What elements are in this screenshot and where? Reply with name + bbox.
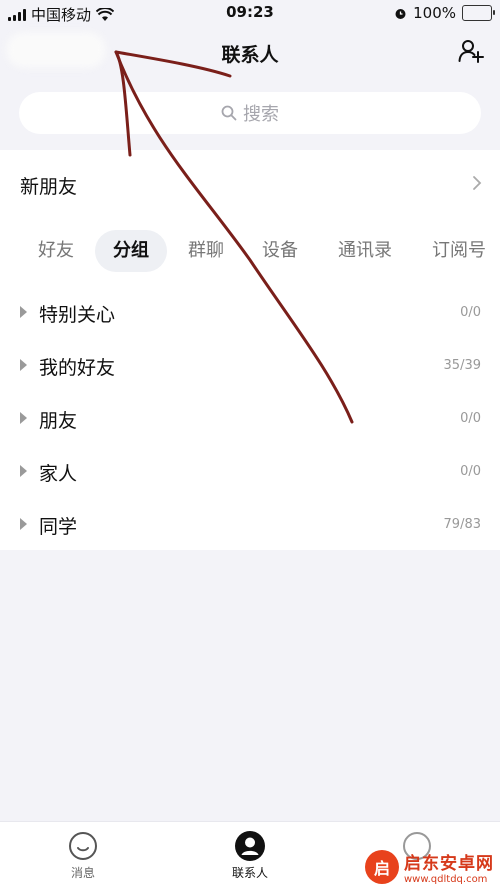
add-contact-icon[interactable] [458,38,484,64]
new-friends-row[interactable]: 新朋友 [0,150,500,218]
expand-triangle-icon [20,306,27,318]
tab-subscriptions[interactable]: 订阅号 [422,230,496,272]
group-row[interactable]: 朋友 0/0 [0,392,500,445]
expand-triangle-icon [20,412,27,424]
group-count: 79/83 [443,517,481,532]
message-icon [69,832,97,860]
expand-triangle-icon [20,518,27,530]
search-placeholder: 搜索 [243,104,279,125]
search-icon [221,105,237,121]
group-row[interactable]: 我的好友 35/39 [0,339,500,392]
battery-icon [462,5,495,21]
watermark-name: 启东安卓网 [404,854,494,874]
contact-tabs: 好友 分组 群聊 设备 通讯录 订阅号 [0,230,500,272]
group-count: 35/39 [443,358,481,373]
contacts-icon [235,831,265,861]
group-name: 我的好友 [39,357,116,379]
group-row[interactable]: 特别关心 0/0 [0,286,500,339]
status-bar: 中国移动 09:23 100% [0,0,500,26]
group-name: 同学 [39,516,78,538]
group-row[interactable]: 同学 79/83 [0,498,500,551]
watermark-logo-icon: 启 [365,850,399,884]
tabbar-messages-label: 消息 [70,866,95,880]
battery-percent: 100% [413,4,456,22]
tab-devices[interactable]: 设备 [250,230,310,272]
group-count: 0/0 [460,464,481,479]
tab-group-chats[interactable]: 群聊 [176,230,236,272]
nav-bar: 联系人 [0,26,500,78]
status-right: 100% [394,4,495,22]
tabbar-contacts-label: 联系人 [231,866,268,880]
expand-triangle-icon [20,359,27,371]
tab-groups[interactable]: 分组 [95,230,167,272]
watermark-text: 启东安卓网 www.qdltdq.com [404,849,494,885]
group-name: 家人 [39,463,78,485]
contacts-panel: 新朋友 好友 分组 群聊 设备 通讯录 订阅号 特别关心 0/0 我的好友 35… [0,150,500,550]
search-input[interactable]: 搜索 [19,92,481,134]
tab-address-book[interactable]: 通讯录 [329,230,401,272]
tabbar-messages[interactable]: 消息 [38,830,128,881]
watermark: 启 启东安卓网 www.qdltdq.com [365,849,494,885]
page-title: 联系人 [221,44,279,66]
alarm-icon [395,8,406,19]
watermark-url: www.qdltdq.com [404,874,488,885]
group-name: 特别关心 [39,304,116,326]
group-count: 0/0 [460,411,481,426]
tab-friends[interactable]: 好友 [26,230,86,272]
group-row[interactable]: 家人 0/0 [0,445,500,498]
new-friends-label: 新朋友 [20,176,78,198]
expand-triangle-icon [20,465,27,477]
group-name: 朋友 [39,410,78,432]
group-count: 0/0 [460,305,481,320]
tabbar-contacts[interactable]: 联系人 [205,830,295,881]
chevron-right-icon [473,176,482,190]
